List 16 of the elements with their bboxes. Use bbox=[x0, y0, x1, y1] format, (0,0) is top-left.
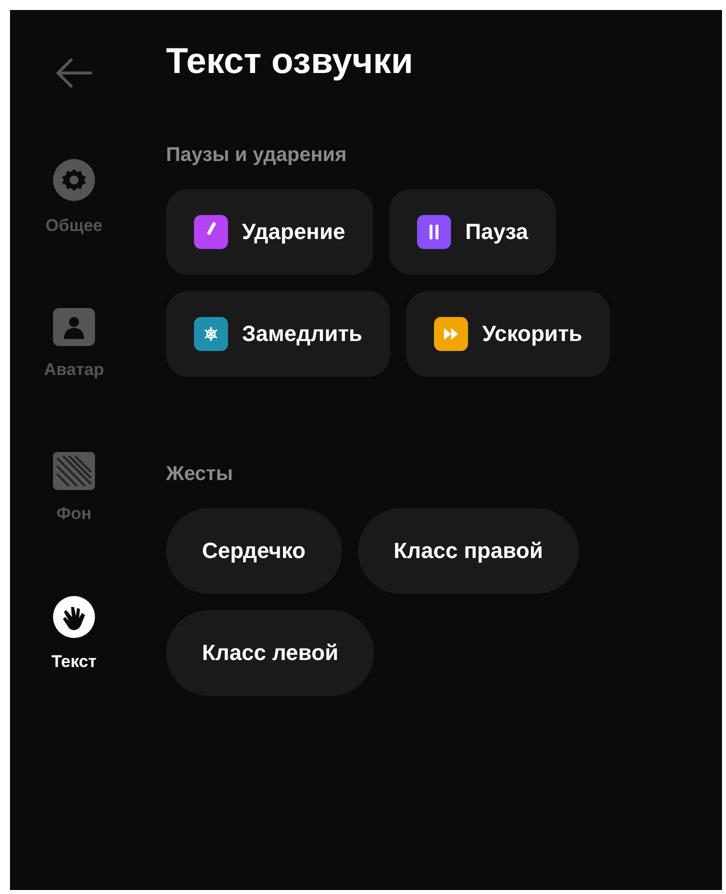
effect-button[interactable]: Ускорить bbox=[406, 291, 610, 377]
effect-button[interactable]: Замедлить bbox=[166, 291, 390, 377]
gesture-button[interactable]: Класс левой bbox=[166, 610, 374, 696]
back-arrow-icon[interactable] bbox=[54, 56, 94, 90]
page-title: Текст озвучки bbox=[166, 40, 414, 82]
gesture-button[interactable]: Класс правой bbox=[358, 508, 579, 594]
section-heading: Жесты bbox=[166, 463, 233, 486]
gear-icon bbox=[52, 158, 96, 202]
person-icon bbox=[53, 308, 95, 346]
gesture-button[interactable]: Сердечко bbox=[166, 508, 342, 594]
effect-button[interactable]: Ударение bbox=[166, 189, 374, 275]
section-heading: Паузы и ударения bbox=[166, 144, 347, 167]
pattern-icon bbox=[53, 452, 95, 490]
hand-icon bbox=[53, 596, 95, 638]
sidebar-item[interactable]: Текст bbox=[51, 596, 97, 672]
effect-button[interactable]: Пауза bbox=[389, 189, 556, 275]
